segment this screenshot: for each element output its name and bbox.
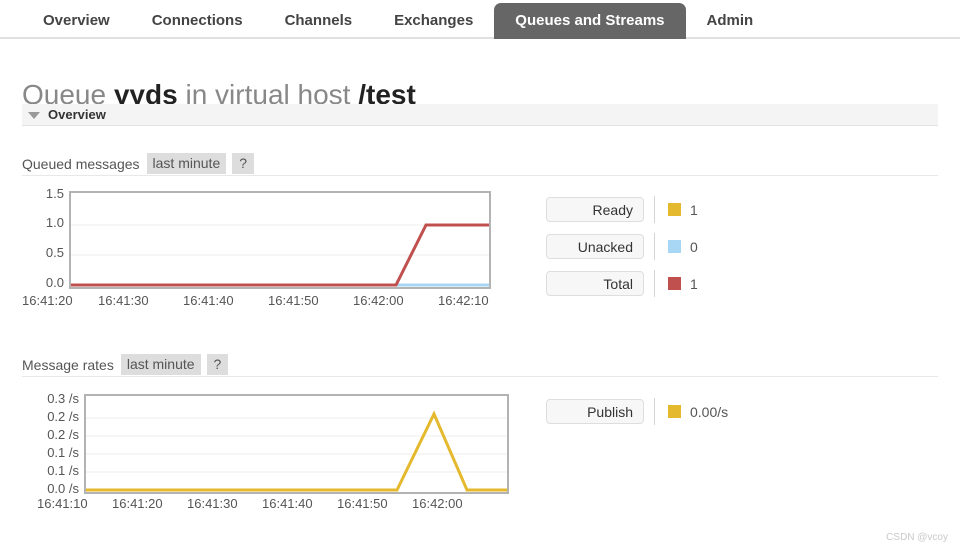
overview-section-header[interactable]: Overview <box>22 104 938 126</box>
x-tick-label: 16:41:40 <box>183 293 234 308</box>
y-tick-label: 0.0 <box>45 275 64 290</box>
legend-value-unacked: 0 <box>690 238 698 255</box>
legend-swatch-total <box>668 277 681 290</box>
x-tick-label: 16:41:50 <box>268 293 319 308</box>
nav-item-queues-and-streams[interactable]: Queues and Streams <box>494 3 686 39</box>
legend-button-unacked[interactable]: Unacked <box>546 234 644 259</box>
nav-item-exchanges[interactable]: Exchanges <box>373 3 494 39</box>
legend-swatch-unacked <box>668 240 681 253</box>
queued-messages-x-axis: 16:41:20 16:41:30 16:41:40 16:41:50 16:4… <box>22 294 502 310</box>
message-rates-chart: 0.0 /s 0.1 /s 0.1 /s 0.2 /s 0.2 /s 0.3 /… <box>22 391 509 517</box>
legend-button-total[interactable]: Total <box>546 271 644 296</box>
nav-item-connections[interactable]: Connections <box>131 3 264 39</box>
y-tick-label: 0.0 /s <box>47 481 79 496</box>
queued-messages-plot-area <box>69 191 491 289</box>
nav-list: Overview Connections Channels Exchanges … <box>0 0 960 39</box>
nav-item-overview[interactable]: Overview <box>22 3 131 39</box>
nav-link-queues-and-streams[interactable]: Queues and Streams <box>494 3 686 39</box>
queued-messages-title: Queued messages <box>22 155 140 172</box>
queued-messages-legend: Ready 1 Unacked 0 Total 1 <box>546 196 698 307</box>
x-tick-label: 16:42:10 <box>438 293 489 308</box>
queued-messages-help-icon[interactable]: ? <box>232 153 255 174</box>
y-tick-label: 0.1 /s <box>47 445 79 460</box>
nav-link-admin[interactable]: Admin <box>686 3 775 39</box>
nav-link-channels[interactable]: Channels <box>264 3 374 39</box>
x-tick-label: 16:42:00 <box>412 496 463 511</box>
legend-separator <box>654 196 655 223</box>
message-rates-period-selector[interactable]: last minute <box>120 354 201 375</box>
nav-link-exchanges[interactable]: Exchanges <box>373 3 494 39</box>
queued-messages-svg <box>71 223 489 287</box>
message-rates-y-axis: 0.0 /s 0.1 /s 0.1 /s 0.2 /s 0.2 /s 0.3 /… <box>22 391 79 496</box>
nav-link-connections[interactable]: Connections <box>131 3 264 39</box>
message-rates-svg <box>86 410 507 492</box>
message-rates-plot-area <box>84 394 509 494</box>
message-rates-label-row: Message rates last minute ? <box>22 353 938 377</box>
x-tick-label: 16:41:20 <box>112 496 163 511</box>
queued-messages-period-selector[interactable]: last minute <box>146 153 227 174</box>
message-rates-help-icon[interactable]: ? <box>206 354 229 375</box>
y-tick-label: 0.5 <box>45 245 64 260</box>
legend-separator <box>654 398 655 425</box>
watermark: CSDN @vcoy <box>886 532 948 543</box>
main-navigation: Overview Connections Channels Exchanges … <box>0 0 960 39</box>
y-tick-label: 1.0 <box>45 215 64 230</box>
x-tick-label: 16:41:40 <box>262 496 313 511</box>
queued-messages-chart: 0.0 0.5 1.0 1.5 16:41:20 16:41:30 16:41:… <box>22 186 502 313</box>
overview-section-label: Overview <box>48 107 106 122</box>
y-tick-label: 0.3 /s <box>47 391 79 406</box>
legend-swatch-ready <box>668 203 681 216</box>
y-tick-label: 0.2 /s <box>47 409 79 424</box>
y-tick-label: 0.2 /s <box>47 427 79 442</box>
x-tick-label: 16:41:30 <box>187 496 238 511</box>
triangle-down-icon[interactable] <box>28 112 40 119</box>
x-tick-label: 16:41:10 <box>37 496 88 511</box>
nav-item-admin[interactable]: Admin <box>686 3 775 39</box>
y-tick-label: 0.1 /s <box>47 463 79 478</box>
legend-row-publish: Publish 0.00/s <box>546 398 728 425</box>
legend-value-ready: 1 <box>690 201 698 218</box>
legend-separator <box>654 270 655 297</box>
message-rates-x-axis: 16:41:10 16:41:20 16:41:30 16:41:40 16:4… <box>22 497 502 513</box>
queued-messages-y-axis: 0.0 0.5 1.0 1.5 <box>22 186 64 290</box>
legend-value-publish: 0.00/s <box>690 403 729 420</box>
queued-messages-label-row: Queued messages last minute ? <box>22 152 938 176</box>
legend-button-ready[interactable]: Ready <box>546 197 644 222</box>
x-tick-label: 16:41:20 <box>22 293 73 308</box>
series-publish <box>86 410 507 492</box>
x-tick-label: 16:41:30 <box>98 293 149 308</box>
legend-row-ready: Ready 1 <box>546 196 698 223</box>
nav-item-channels[interactable]: Channels <box>264 3 374 39</box>
x-tick-label: 16:41:50 <box>337 496 388 511</box>
legend-row-total: Total 1 <box>546 270 698 297</box>
message-rates-title: Message rates <box>22 356 114 373</box>
legend-value-total: 1 <box>690 275 698 292</box>
legend-button-publish[interactable]: Publish <box>546 399 644 424</box>
message-rates-legend: Publish 0.00/s <box>546 398 728 435</box>
x-tick-label: 16:42:00 <box>353 293 404 308</box>
legend-swatch-publish <box>668 405 681 418</box>
y-tick-label: 1.5 <box>45 186 64 201</box>
legend-separator <box>654 233 655 260</box>
legend-row-unacked: Unacked 0 <box>546 233 698 260</box>
nav-link-overview[interactable]: Overview <box>22 3 131 39</box>
